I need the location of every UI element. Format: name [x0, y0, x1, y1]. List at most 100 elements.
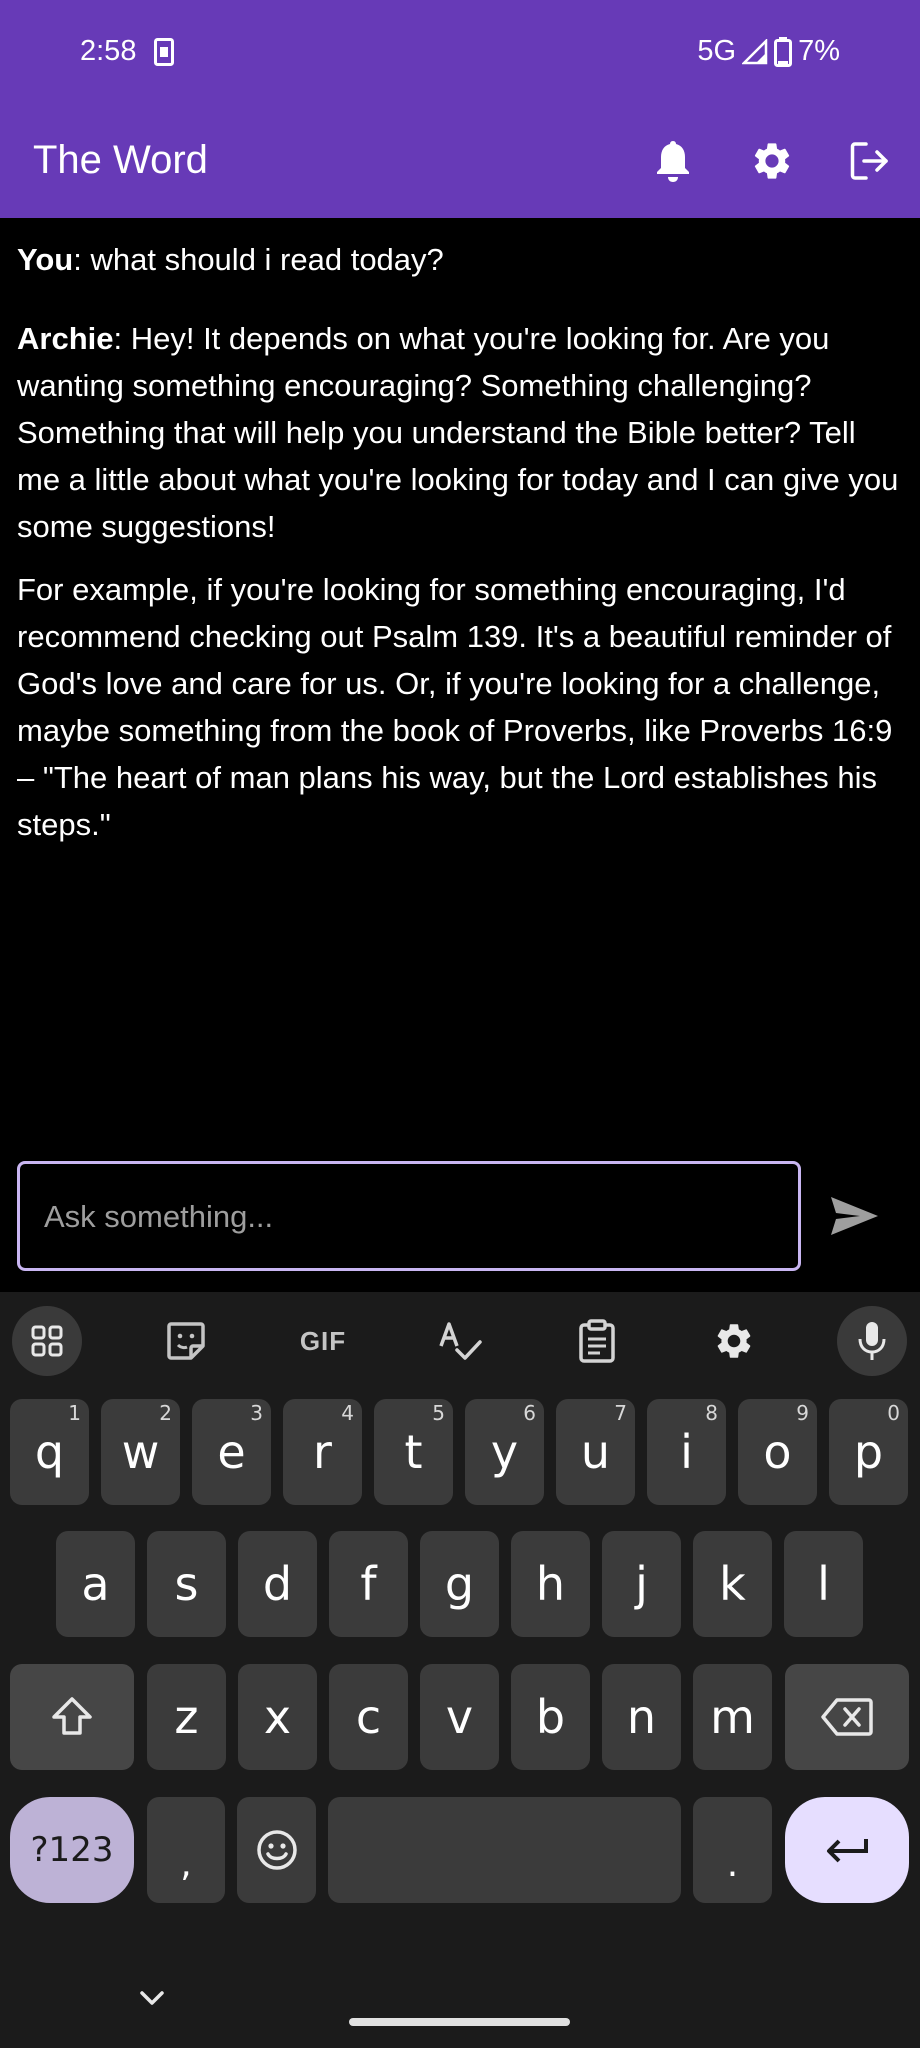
gear-icon	[717, 1324, 751, 1358]
status-bar: 2:58 5G 7%	[0, 0, 920, 104]
key-hint: 0	[887, 1401, 900, 1425]
message-you: You: what should i read today?	[17, 242, 444, 277]
key-d[interactable]: d	[238, 1531, 317, 1637]
key-f[interactable]: f	[329, 1531, 408, 1637]
speaker-label: You	[17, 242, 74, 277]
shift-key[interactable]	[10, 1664, 134, 1770]
signal-icon	[742, 38, 768, 64]
message-archie: Archie: Hey! It depends on what you're l…	[17, 321, 899, 544]
key-label: u	[580, 1425, 611, 1479]
keyboard-settings-button[interactable]	[699, 1306, 769, 1376]
key-hint: 4	[341, 1401, 354, 1425]
shift-icon	[52, 1697, 92, 1735]
key-t[interactable]: t5	[374, 1399, 453, 1505]
key-v[interactable]: v	[420, 1664, 499, 1770]
message-archie-continued: For example, if you're looking for somet…	[17, 572, 893, 842]
emoji-icon	[256, 1830, 297, 1870]
send-icon[interactable]	[828, 1192, 882, 1240]
key-o[interactable]: o9	[738, 1399, 817, 1505]
ask-input-container	[17, 1161, 801, 1271]
battery-percent: 7%	[798, 35, 840, 67]
apps-grid-icon	[31, 1325, 63, 1357]
status-right: 5G 7%	[697, 35, 840, 68]
key-label: e	[217, 1425, 246, 1479]
key-label: o	[763, 1425, 792, 1479]
key-s[interactable]: s	[147, 1531, 226, 1637]
spellcheck-icon	[439, 1322, 482, 1360]
key-hint: 2	[159, 1401, 172, 1425]
ask-input[interactable]	[42, 1164, 786, 1270]
key-q[interactable]: q1	[10, 1399, 89, 1505]
key-b[interactable]: b	[511, 1664, 590, 1770]
home-indicator[interactable]	[349, 2018, 570, 2026]
sticker-button[interactable]	[151, 1306, 221, 1376]
app-title: The Word	[33, 138, 208, 182]
notifications-button[interactable]	[646, 134, 700, 188]
bell-icon	[657, 141, 689, 182]
logout-button[interactable]	[843, 134, 897, 188]
enter-icon	[827, 1839, 868, 1863]
gif-button[interactable]: GIF	[288, 1306, 358, 1376]
key-hint: 6	[523, 1401, 536, 1425]
chevron-down-icon[interactable]	[138, 1988, 166, 2008]
key-label: r	[313, 1425, 332, 1479]
backspace-icon	[821, 1698, 873, 1736]
app-bar: The Word	[0, 104, 920, 218]
period-key[interactable]: .	[693, 1797, 772, 1903]
logout-icon	[850, 142, 888, 180]
key-w[interactable]: w2	[101, 1399, 180, 1505]
key-g[interactable]: g	[420, 1531, 499, 1637]
key-label: p	[853, 1425, 884, 1479]
message-text: what should i read today?	[90, 242, 444, 277]
speaker-label: Archie	[17, 321, 114, 356]
key-label: w	[121, 1425, 160, 1479]
sticker-icon	[167, 1322, 205, 1360]
key-z[interactable]: z	[147, 1664, 226, 1770]
voice-input-button[interactable]	[837, 1306, 907, 1376]
key-n[interactable]: n	[602, 1664, 681, 1770]
key-p[interactable]: p0	[829, 1399, 908, 1505]
key-e[interactable]: e3	[192, 1399, 271, 1505]
clipboard-button[interactable]	[562, 1306, 632, 1376]
message-text: Hey! It depends on what you're looking f…	[17, 321, 899, 544]
key-label: y	[490, 1425, 519, 1479]
key-hint: 1	[68, 1401, 81, 1425]
network-label: 5G	[697, 35, 737, 67]
key-label: t	[404, 1425, 423, 1479]
status-time: 2:58	[80, 35, 137, 67]
key-k[interactable]: k	[693, 1531, 772, 1637]
key-label: i	[680, 1425, 693, 1479]
key-m[interactable]: m	[693, 1664, 772, 1770]
key-u[interactable]: u7	[556, 1399, 635, 1505]
key-i[interactable]: i8	[647, 1399, 726, 1505]
keyboard: GIF q1 w2 e3 r4 t5 y6 u7 i8 o9 p0 a s d …	[0, 1292, 920, 2048]
enter-key[interactable]	[785, 1797, 909, 1903]
mic-icon	[858, 1322, 886, 1360]
battery-icon	[774, 36, 793, 67]
keyboard-apps-button[interactable]	[12, 1306, 82, 1376]
key-label: q	[34, 1425, 65, 1479]
settings-button[interactable]	[745, 134, 799, 188]
key-j[interactable]: j	[602, 1531, 681, 1637]
key-h[interactable]: h	[511, 1531, 590, 1637]
gif-label: GIF	[299, 1325, 347, 1356]
symbols-key[interactable]: ?123	[10, 1797, 134, 1903]
key-x[interactable]: x	[238, 1664, 317, 1770]
key-hint: 5	[432, 1401, 445, 1425]
space-key[interactable]	[328, 1797, 681, 1903]
key-hint: 7	[614, 1401, 627, 1425]
key-l[interactable]: l	[784, 1531, 863, 1637]
clipboard-icon	[579, 1319, 615, 1363]
key-hint: 9	[796, 1401, 809, 1425]
key-hint: 3	[250, 1401, 263, 1425]
key-c[interactable]: c	[329, 1664, 408, 1770]
key-y[interactable]: y6	[465, 1399, 544, 1505]
key-r[interactable]: r4	[283, 1399, 362, 1505]
emoji-key[interactable]	[237, 1797, 316, 1903]
comma-key[interactable]: ,	[147, 1797, 225, 1903]
gear-icon	[754, 143, 790, 179]
backspace-key[interactable]	[785, 1664, 909, 1770]
sim-card-icon	[154, 38, 174, 66]
spellcheck-button[interactable]	[425, 1306, 495, 1376]
key-a[interactable]: a	[56, 1531, 135, 1637]
